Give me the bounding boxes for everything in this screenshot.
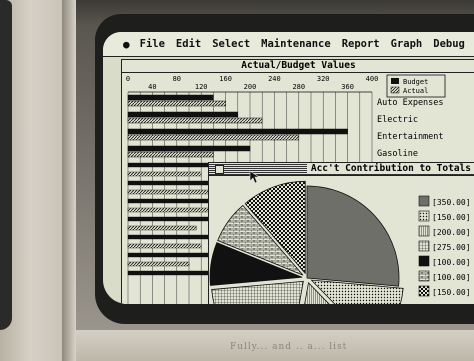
bar-actual — [127, 100, 226, 107]
hidden-bar — [127, 207, 209, 213]
hidden-bar — [127, 261, 190, 267]
pie-legend-value: [150.00] — [432, 288, 471, 297]
legend-swatch-budget — [391, 78, 399, 84]
pie-legend: [350.00] [150.00] [200.00] [275.00] [100.00]… — [418, 195, 471, 297]
x-tick-label: 160 — [219, 75, 232, 83]
pie-legend-swatch — [418, 195, 430, 207]
bar-budget — [127, 128, 348, 135]
bar-actual — [127, 134, 300, 141]
pie-slice — [211, 280, 304, 304]
x-tick-label: 120 — [195, 83, 208, 91]
pie-slices — [209, 180, 404, 304]
legend-label-budget: Budget — [403, 78, 428, 86]
bar-budget — [127, 111, 239, 118]
x-tick-label: 40 — [148, 83, 156, 91]
category-label: Entertainment — [377, 132, 444, 142]
chart-legend: Budget Actual — [386, 74, 446, 98]
menu-maintenance[interactable]: Maintenance — [261, 38, 331, 50]
pie-legend-value: [350.00] — [432, 198, 471, 207]
apple-menu-icon[interactable]: ● — [123, 38, 130, 51]
pie-legend-value: [100.00] — [432, 258, 471, 267]
menu-select[interactable]: Select — [212, 38, 250, 50]
x-tick-label: 0 — [126, 75, 130, 83]
pie-legend-swatch — [418, 225, 430, 237]
hidden-bar — [127, 243, 202, 249]
x-tick-label: 280 — [292, 83, 305, 91]
pie-chart: [350.00] [150.00] [200.00] [275.00] [100.00]… — [209, 180, 471, 304]
category-label: Auto Expenses — [377, 98, 444, 108]
contribution-window[interactable]: Acc't Contribution to Totals [350.00] [15… — [208, 162, 474, 304]
mouse-pointer-icon — [249, 170, 260, 184]
x-tick-label: 80 — [173, 75, 181, 83]
x-tick-label: 320 — [317, 75, 330, 83]
left-monitor-screen — [0, 0, 12, 330]
pie-legend-value: [200.00] — [432, 228, 471, 237]
menu-debug[interactable]: Debug — [433, 38, 465, 50]
pie-legend-swatch — [418, 285, 430, 297]
screen: ● File Edit Select Maintenance Report Gr… — [103, 32, 474, 304]
pie-legend-value: [150.00] — [432, 213, 471, 222]
pie-legend-value: [275.00] — [432, 243, 471, 252]
bar-actual — [127, 117, 263, 124]
legend-swatch-actual — [390, 86, 400, 94]
menu-edit[interactable]: Edit — [176, 38, 201, 50]
caption-text: Fully... and .. a... list — [230, 342, 348, 352]
hidden-bar — [127, 171, 202, 177]
x-tick-label: 240 — [268, 75, 281, 83]
contribution-window-title: Acc't Contribution to Totals — [306, 163, 474, 174]
pie-legend-swatch — [418, 240, 430, 252]
close-box-icon[interactable] — [215, 165, 224, 174]
x-tick-label: 400 — [366, 75, 379, 83]
pie-legend-swatch — [418, 255, 430, 267]
x-tick-label: 200 — [244, 83, 257, 91]
bar-budget — [127, 94, 214, 101]
hidden-bar — [127, 216, 221, 222]
category-label: Gasoline — [377, 149, 418, 159]
bar-budget — [127, 145, 251, 152]
left-monitor-edge — [62, 0, 76, 361]
pie-legend-swatch — [418, 210, 430, 222]
category-label: Electric — [377, 115, 418, 125]
menu-report[interactable]: Report — [342, 38, 380, 50]
budget-window-title[interactable]: Actual/Budget Values — [122, 60, 474, 73]
pie-legend-value: [100.00] — [432, 273, 471, 282]
legend-label-actual: Actual — [403, 87, 428, 95]
menu-bar: ● File Edit Select Maintenance Report Gr… — [103, 32, 474, 57]
hidden-bar — [127, 225, 197, 231]
bar-actual — [127, 151, 214, 158]
menu-file[interactable]: File — [140, 38, 165, 50]
pie-legend-swatch — [418, 270, 430, 282]
axis-ticks: 0 40 80 120 160 200 240 280 320 360 400 — [126, 75, 378, 91]
hidden-bar — [127, 189, 214, 195]
x-tick-label: 360 — [341, 83, 354, 91]
pie-slice — [306, 185, 400, 287]
menu-graph[interactable]: Graph — [391, 38, 423, 50]
hidden-bar — [127, 252, 217, 258]
category-labels: Auto Expenses Electric Entertainment Gasoli… — [377, 98, 444, 159]
